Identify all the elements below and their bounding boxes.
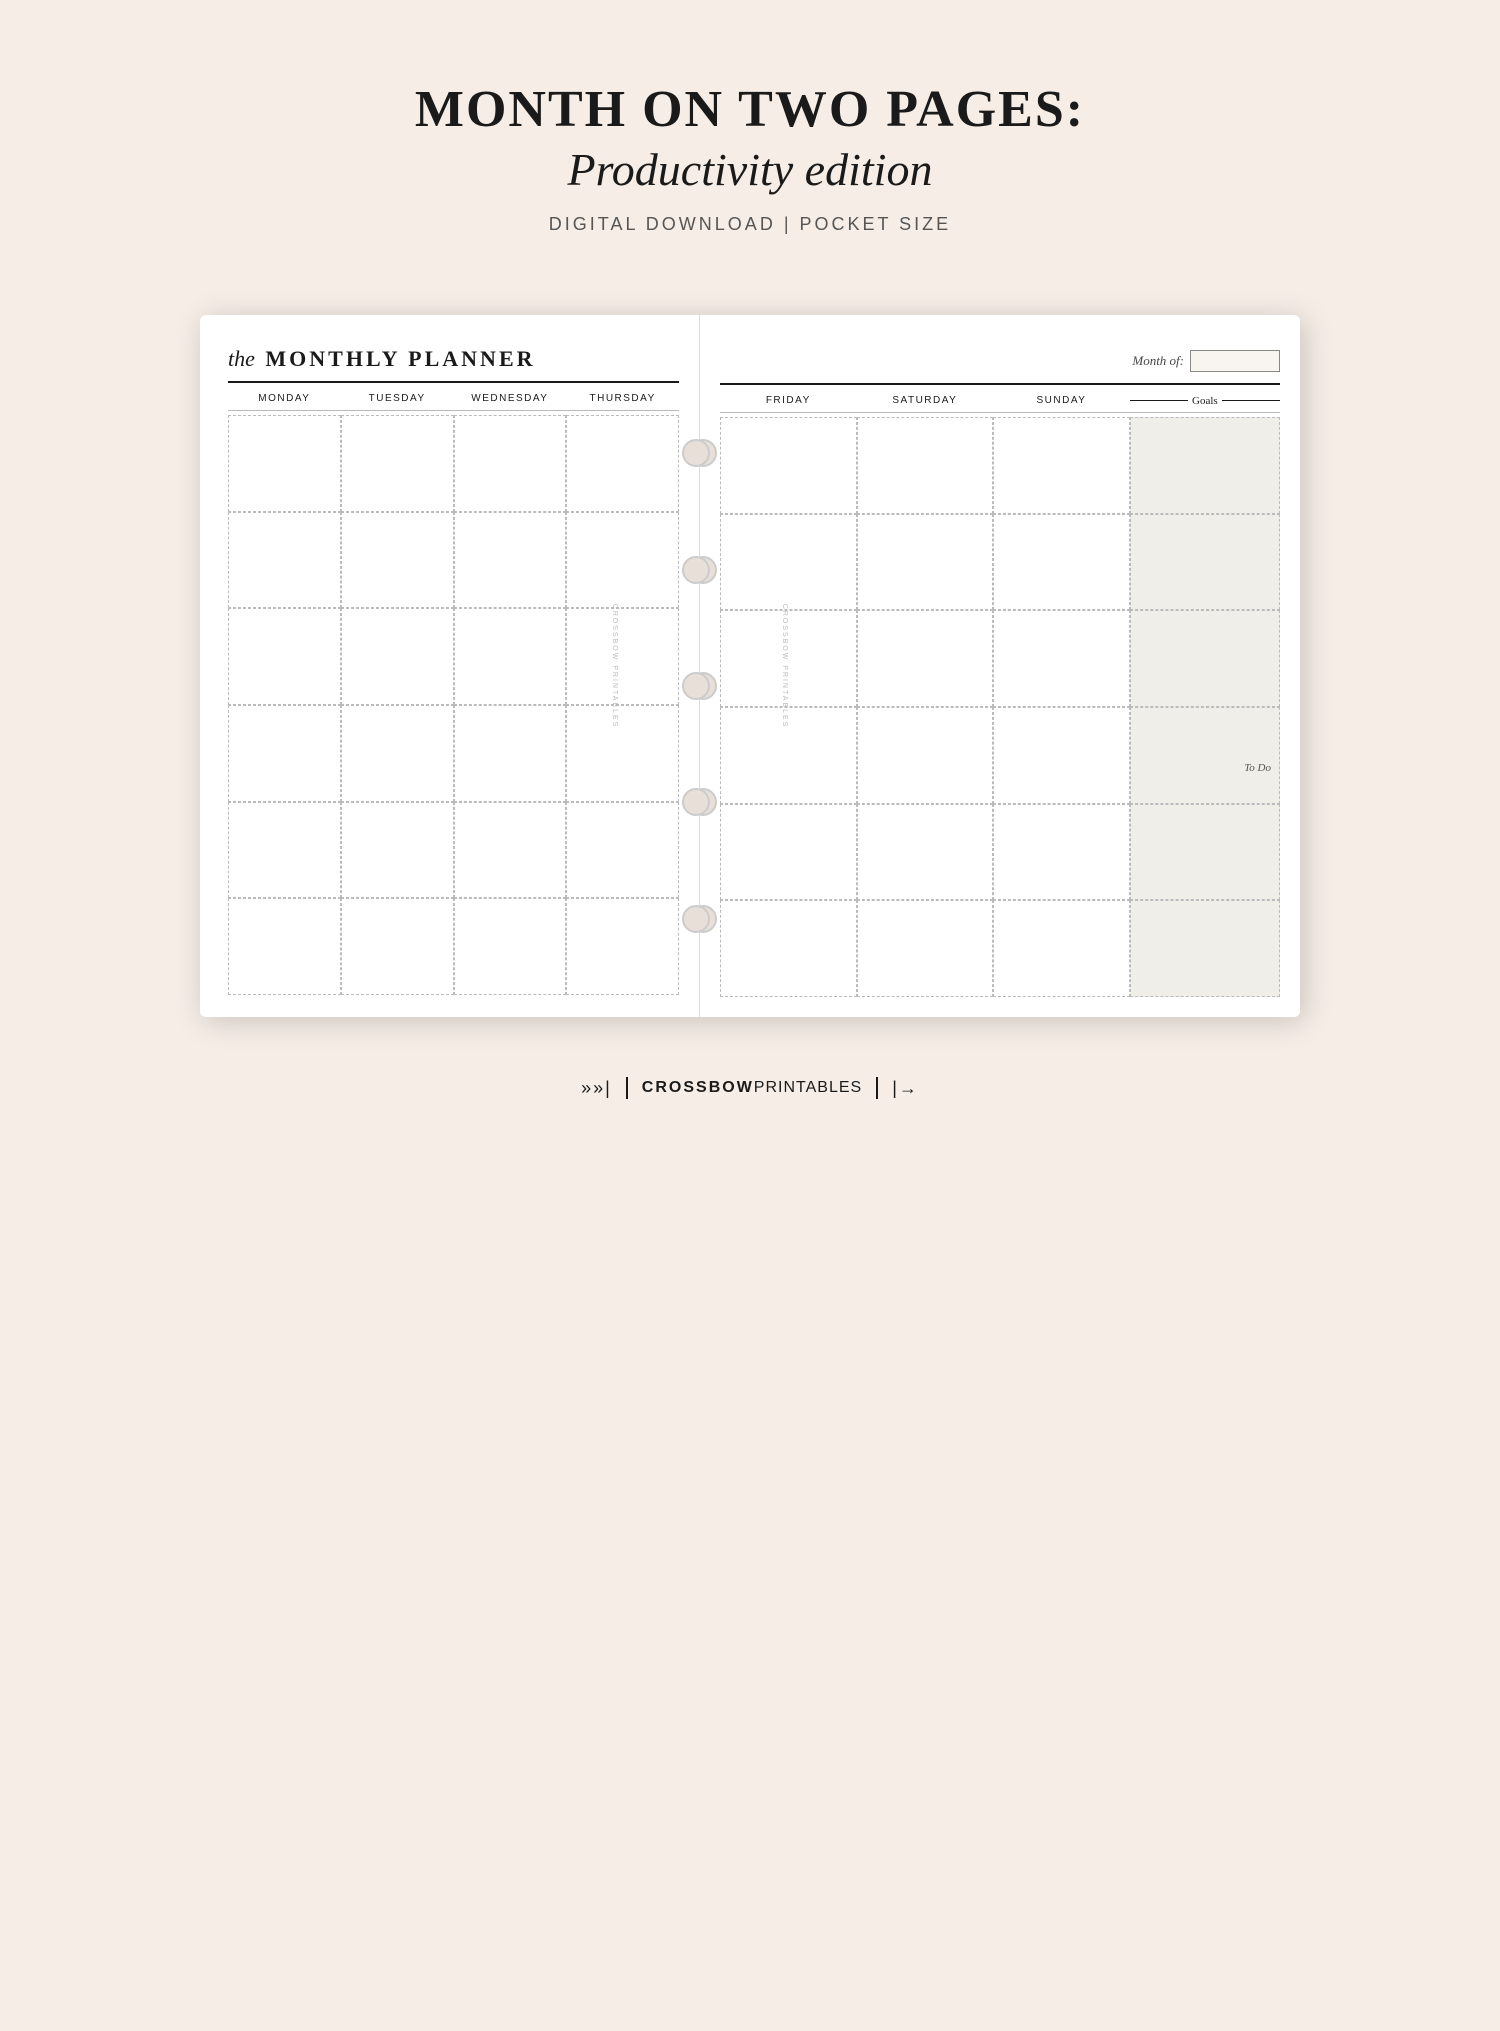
table-row: [228, 898, 341, 995]
goals-cell: [1130, 417, 1280, 514]
table-row: [857, 707, 994, 804]
table-row: [566, 802, 679, 899]
table-row: [341, 415, 454, 512]
left-header: the MONTHLY PLANNER: [228, 343, 679, 373]
table-row: [228, 705, 341, 802]
table-row: [993, 514, 1130, 611]
day-thursday: THURSDAY: [566, 391, 679, 406]
ring: [682, 788, 710, 816]
table-row: [566, 705, 679, 802]
table-row: [720, 804, 857, 901]
day-sunday: SUNDAY: [993, 393, 1130, 408]
divider-left: [626, 1077, 628, 1099]
brand-name: CROSSBOWPRINTABLES: [642, 1079, 862, 1097]
planner-spread: the MONTHLY PLANNER MONDAY TUESDAY WEDNE…: [200, 315, 1300, 1017]
table-row: [228, 802, 341, 899]
table-row: [993, 804, 1130, 901]
table-row: [454, 512, 567, 609]
table-row: [720, 900, 857, 997]
brand-light: PRINTABLES: [754, 1079, 862, 1096]
day-tuesday: TUESDAY: [341, 391, 454, 406]
table-row: [720, 707, 857, 804]
table-row: [857, 900, 994, 997]
day-monday: MONDAY: [228, 391, 341, 406]
ring: [682, 556, 710, 584]
table-row: [993, 707, 1130, 804]
planner-title: the MONTHLY PLANNER: [228, 343, 536, 373]
month-of-label: Month of:: [1132, 353, 1184, 369]
table-row: [228, 512, 341, 609]
watermark-right: CROSSBOW PRINTABLES: [781, 604, 788, 729]
title-main: MONTHLY PLANNER: [265, 346, 535, 371]
table-row: [228, 415, 341, 512]
day-friday: FRIDAY: [720, 393, 857, 408]
table-row: [454, 898, 567, 995]
subtitle: DIGITAL DOWNLOAD | POCKET SIZE: [415, 214, 1085, 235]
footer: »»| CROSSBOWPRINTABLES |→: [581, 1077, 919, 1099]
goals-label: Goals: [1192, 395, 1218, 407]
table-row: [720, 610, 857, 707]
table-row: [566, 415, 679, 512]
table-row: [566, 898, 679, 995]
goals-line-right: [1222, 400, 1280, 401]
goals-cell-todo: To Do: [1130, 707, 1280, 804]
goals-cell: [1130, 804, 1280, 901]
header-divider: [228, 381, 679, 383]
table-row: [857, 610, 994, 707]
left-page: the MONTHLY PLANNER MONDAY TUESDAY WEDNE…: [200, 315, 700, 1017]
right-header-top: Month of:: [720, 343, 1280, 379]
table-row: [228, 608, 341, 705]
watermark-left: CROSSBOW PRINTABLES: [611, 604, 618, 729]
day-wednesday: WEDNESDAY: [454, 391, 567, 406]
rings-right: [682, 315, 710, 1017]
to-do-label: To Do: [1244, 762, 1271, 774]
ring: [682, 672, 710, 700]
table-row: [857, 514, 994, 611]
left-day-headers: MONDAY TUESDAY WEDNESDAY THURSDAY: [228, 391, 679, 411]
table-row: [857, 804, 994, 901]
table-row: [341, 512, 454, 609]
goals-cell: [1130, 514, 1280, 611]
table-row: [993, 417, 1130, 514]
ring: [682, 905, 710, 933]
title-line1: MONTH ON TWO PAGES:: [415, 80, 1085, 139]
table-row: [566, 608, 679, 705]
goals-header: Goals: [1130, 393, 1280, 408]
table-row: [720, 417, 857, 514]
day-saturday: SATURDAY: [857, 393, 994, 408]
table-row: [720, 514, 857, 611]
table-row: [341, 802, 454, 899]
table-row: [566, 512, 679, 609]
table-row: [454, 705, 567, 802]
table-row: [454, 415, 567, 512]
title-the: the: [228, 346, 255, 371]
right-header-divider: [720, 383, 1280, 385]
right-day-headers: FRIDAY SATURDAY SUNDAY Goals: [720, 393, 1280, 413]
table-row: [993, 610, 1130, 707]
goals-cell: [1130, 900, 1280, 997]
table-row: [341, 705, 454, 802]
table-row: [341, 898, 454, 995]
goals-cell: [1130, 610, 1280, 707]
table-row: [341, 608, 454, 705]
table-row: [993, 900, 1130, 997]
goals-line-left: [1130, 400, 1188, 401]
table-row: [454, 608, 567, 705]
divider-right: [876, 1077, 878, 1099]
right-page: Month of: FRIDAY SATURDAY SUNDAY Goals: [700, 315, 1300, 1017]
ring: [682, 439, 710, 467]
arrow-right-icon: |→: [892, 1078, 919, 1099]
arrow-left-icon: »»|: [581, 1078, 612, 1099]
table-row: [857, 417, 994, 514]
title-line2: Productivity edition: [415, 143, 1085, 196]
brand-bold: CROSSBOW: [642, 1079, 754, 1096]
month-of-input[interactable]: [1190, 350, 1280, 372]
table-row: [454, 802, 567, 899]
page-title: MONTH ON TWO PAGES: Productivity edition…: [415, 80, 1085, 235]
right-calendar-grid: To Do: [720, 417, 1280, 997]
